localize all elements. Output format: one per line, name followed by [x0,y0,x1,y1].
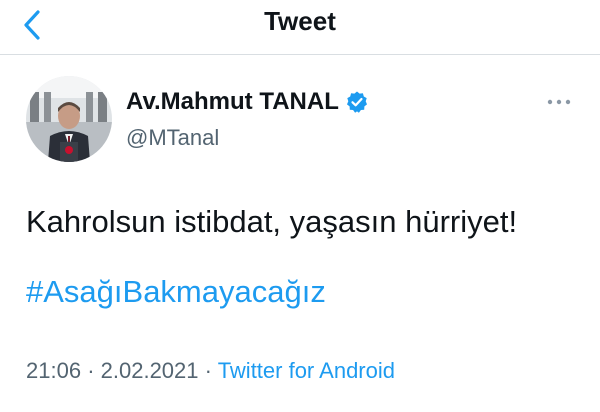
tweet-time[interactable]: 21:06 [26,358,81,383]
tweet-source-link[interactable]: Twitter for Android [218,358,395,383]
avatar-photo [26,76,112,162]
author-display-name[interactable]: Av.Mahmut TANAL [126,87,339,117]
more-options-button[interactable] [544,92,574,112]
hashtag-link[interactable]: #AsağıBakmayacağız [26,272,326,312]
page-title: Tweet [264,6,336,36]
header-bar: Tweet [0,0,600,54]
chevron-left-icon [24,10,40,40]
author-handle[interactable]: @MTanal [126,124,219,152]
author-name-row[interactable]: Av.Mahmut TANAL [126,86,369,118]
more-dots-icon [547,99,571,105]
meta-separator-2: · [204,358,212,383]
back-button[interactable] [18,8,48,42]
verified-badge-icon [346,91,367,113]
meta-separator: · [87,358,95,383]
avatar[interactable] [26,76,112,162]
tweet-date[interactable]: 2.02.2021 [101,358,199,383]
header-divider [0,54,600,55]
tweet-meta: 21:06 · 2.02.2021 · Twitter for Android [26,357,395,385]
tweet-text: Kahrolsun istibdat, yaşasın hürriyet! [26,204,518,239]
